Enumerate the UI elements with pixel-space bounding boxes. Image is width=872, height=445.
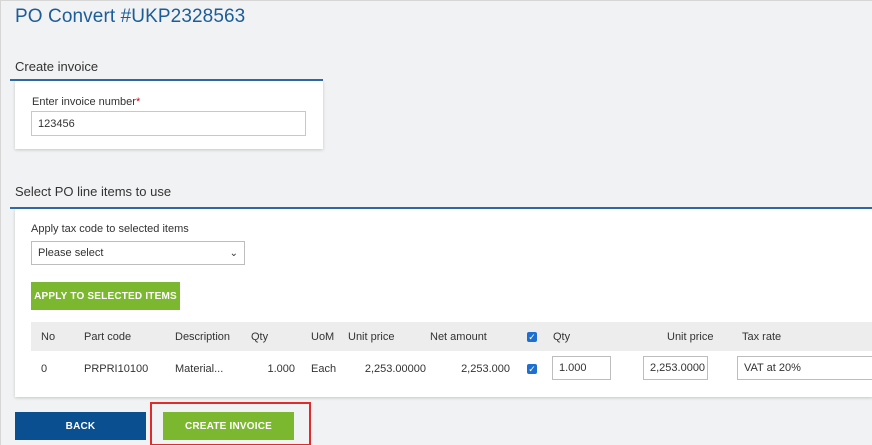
col-header-description: Description [163, 322, 251, 351]
row-tax-rate-select[interactable]: VAT at 20% [737, 355, 872, 380]
col-header-select: ✓ [514, 322, 547, 351]
tax-code-label: Apply tax code to selected items [31, 223, 189, 235]
row-unit-price-input[interactable]: 2,253.0000 [643, 355, 708, 380]
create-invoice-heading: Create invoice [15, 59, 99, 74]
col-header-part-code: Part code [67, 322, 163, 351]
cell-qty: 1.000 [267, 363, 295, 375]
invoice-number-label: Enter invoice number* [32, 96, 140, 108]
invoice-number-label-text: Enter invoice number [32, 96, 136, 108]
line-items-heading: Select PO line items to use [15, 184, 172, 199]
table-row: 0 PRPRI10100 Material... 1.000 Each 2,25… [31, 351, 872, 387]
col-header-uom: UoM [298, 322, 348, 351]
col-header-net-amount: Net amount [430, 322, 514, 351]
cell-unit-price: 2,253.00000 [364, 363, 426, 375]
table-header-row: No Part code Description Qty UoM Unit pr… [31, 322, 872, 351]
line-items-card: Apply tax code to selected items Please … [15, 209, 872, 397]
cell-edit-unit-price: 2,253.0000 [639, 351, 727, 387]
back-button[interactable]: BACK [15, 412, 146, 440]
chevron-down-icon: ⌄ [229, 247, 238, 259]
apply-to-selected-button[interactable]: APPLY TO SELECTED ITEMS [31, 282, 180, 310]
select-all-checkbox[interactable]: ✓ [527, 331, 537, 342]
col-header-qty: Qty [251, 322, 298, 351]
tax-code-select[interactable]: Please select ⌄ [31, 241, 245, 265]
tax-code-select-value: Please select [38, 247, 104, 259]
cell-tax-rate: VAT at 20% [727, 351, 872, 387]
required-asterisk: * [135, 96, 141, 108]
page-title: PO Convert #UKP2328563 [15, 6, 246, 27]
create-invoice-button[interactable]: CREATE INVOICE [163, 412, 294, 440]
invoice-number-card: Enter invoice number* [15, 81, 323, 149]
col-header-edit-qty: Qty [547, 322, 639, 351]
cell-part-code: PRPRI10100 [84, 363, 149, 375]
cell-no: 0 [41, 363, 48, 375]
col-header-unit-price: Unit price [348, 322, 430, 351]
row-qty-input[interactable]: 1.000 [552, 355, 611, 380]
cell-net-amount: 2,253.000 [461, 363, 510, 375]
row-checkbox[interactable]: ✓ [527, 364, 537, 375]
col-header-edit-unit-price: Unit price [639, 322, 727, 351]
invoice-number-input[interactable] [31, 111, 306, 136]
line-items-table: No Part code Description Qty UoM Unit pr… [31, 322, 872, 387]
cell-select: ✓ [514, 351, 547, 387]
col-header-no: No [31, 322, 67, 351]
cell-uom: Each [311, 363, 337, 375]
col-header-tax-rate: Tax rate [727, 322, 872, 351]
cell-edit-qty: 1.000 [547, 351, 639, 387]
cell-description: Material... [175, 363, 224, 375]
